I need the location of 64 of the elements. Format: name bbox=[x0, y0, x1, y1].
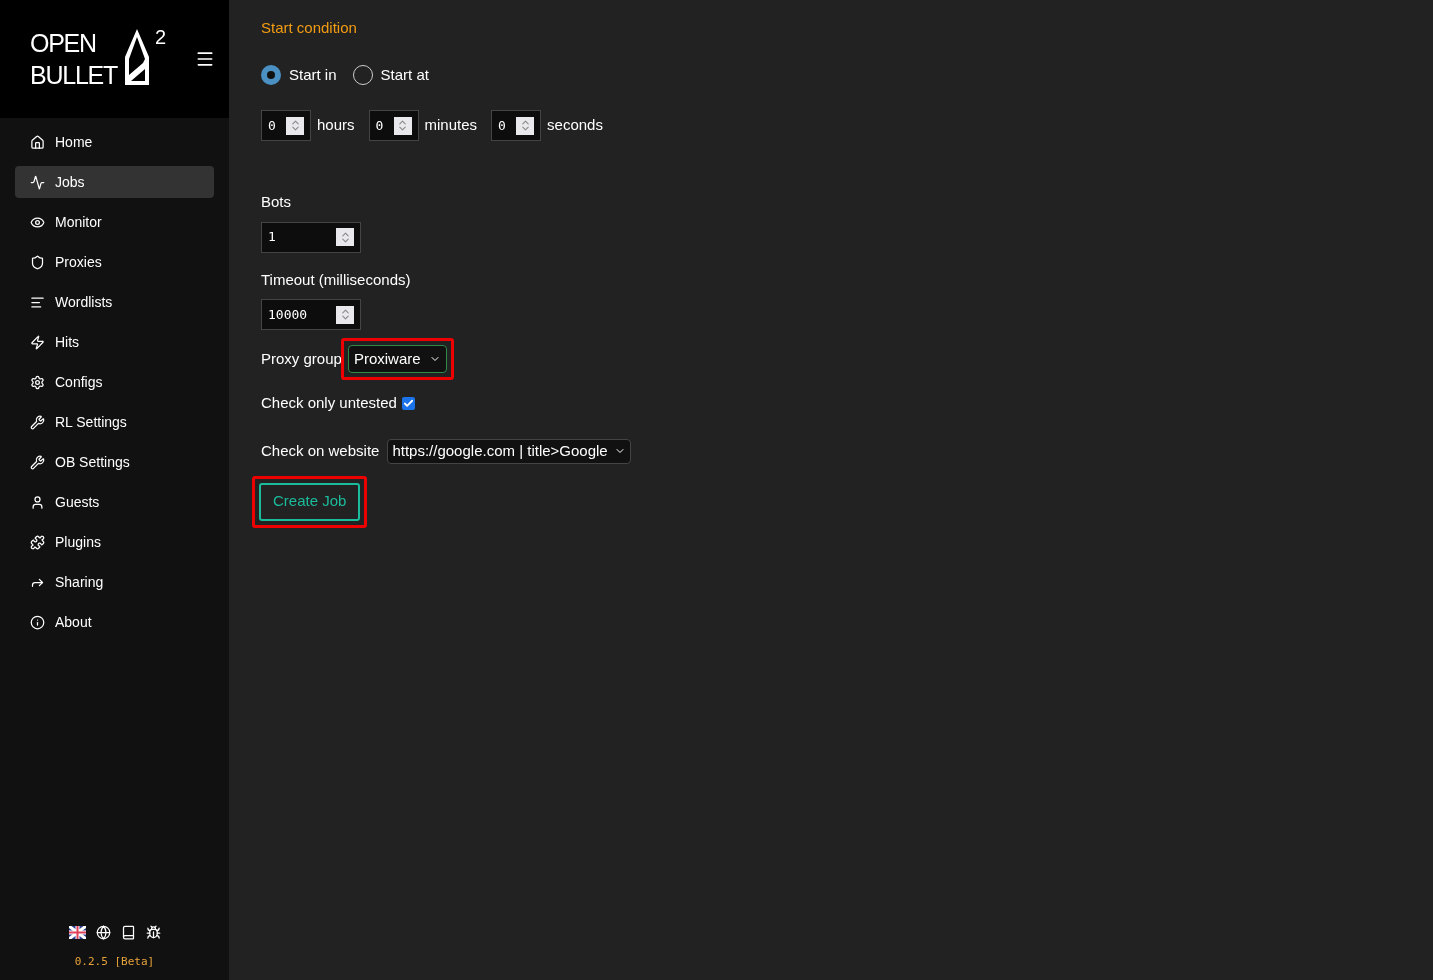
unit-label: hours bbox=[317, 115, 355, 136]
flag-icon bbox=[68, 925, 86, 939]
proxy-group-dropdown[interactable]: Proxiware bbox=[347, 345, 447, 373]
checkbox[interactable] bbox=[401, 396, 415, 410]
radio-option[interactable]: Start at bbox=[352, 63, 429, 86]
shield-icon bbox=[30, 254, 45, 270]
unit-label: minutes bbox=[424, 115, 478, 136]
field-label: Check on website bbox=[261, 440, 380, 461]
spinner-arrows-icon[interactable] bbox=[516, 116, 535, 135]
number-field[interactable]: 0 bbox=[261, 110, 311, 141]
wrench-icon bbox=[30, 414, 45, 430]
nav-item[interactable]: Plugins bbox=[15, 526, 214, 558]
nav-item[interactable]: About bbox=[15, 606, 214, 638]
wrench-icon bbox=[30, 454, 45, 470]
nav-item[interactable]: RL Settings bbox=[15, 406, 214, 438]
user-icon bbox=[30, 494, 45, 510]
number-field[interactable]: 10000 bbox=[261, 299, 361, 330]
radio-button[interactable] bbox=[261, 64, 281, 85]
nav-item[interactable]: Proxies bbox=[15, 246, 214, 278]
globe-icon[interactable] bbox=[95, 924, 111, 940]
section-title: Start condition bbox=[261, 18, 357, 38]
number-field[interactable]: 1 bbox=[261, 221, 361, 253]
nav-item[interactable]: Monitor bbox=[15, 206, 214, 238]
field-value: 10000 bbox=[268, 305, 308, 324]
logo-superscript: 2 bbox=[155, 27, 167, 47]
book-icon[interactable] bbox=[120, 924, 136, 940]
number-field[interactable]: 0 bbox=[368, 110, 419, 141]
version-label: 0.2.5 [Beta] bbox=[74, 953, 155, 970]
website-dropdown[interactable]: https://google.com | title>Google bbox=[387, 438, 631, 464]
field-value: 1 bbox=[268, 228, 276, 247]
field-value: 0 bbox=[375, 116, 384, 135]
create-job-button[interactable]: Create Job bbox=[259, 482, 361, 521]
number-field[interactable]: 0 bbox=[491, 110, 542, 141]
gear-icon bbox=[30, 374, 45, 390]
nav-item[interactable]: Hits bbox=[15, 326, 214, 358]
field-label: Timeout (milliseconds) bbox=[261, 269, 411, 290]
puzzle-icon bbox=[30, 534, 45, 550]
field-label: Bots bbox=[261, 192, 291, 212]
nav-item[interactable]: Configs bbox=[15, 366, 214, 398]
spinner-arrows-icon[interactable] bbox=[336, 305, 354, 324]
eye-icon bbox=[30, 214, 45, 230]
lines-icon bbox=[30, 294, 45, 310]
nav-item[interactable]: Guests bbox=[15, 486, 214, 518]
radio-option[interactable]: Start in bbox=[261, 63, 337, 86]
field-label: Proxy group bbox=[261, 348, 342, 369]
spinner-arrows-icon[interactable] bbox=[286, 116, 304, 135]
info-icon bbox=[30, 614, 45, 630]
bug-icon[interactable] bbox=[145, 924, 161, 940]
spinner-arrows-icon[interactable] bbox=[393, 116, 412, 135]
field-value: 0 bbox=[498, 116, 506, 135]
nav-item[interactable]: Wordlists bbox=[15, 286, 214, 318]
nav-item[interactable]: Home bbox=[15, 126, 214, 158]
field-label: Check only untested bbox=[261, 393, 397, 413]
menu-icon bbox=[195, 49, 215, 69]
logo-text: BULLET bbox=[30, 60, 117, 91]
unit-label: seconds bbox=[547, 115, 603, 136]
nav-item[interactable]: Sharing bbox=[15, 566, 214, 598]
logo-text: OPEN bbox=[30, 28, 96, 59]
nav-item[interactable]: Jobs bbox=[15, 166, 214, 198]
home-icon bbox=[30, 134, 45, 150]
bolt-icon bbox=[30, 334, 45, 350]
nav-item[interactable]: OB Settings bbox=[15, 446, 214, 478]
field-value: 0 bbox=[268, 116, 276, 135]
pulse-icon bbox=[30, 174, 45, 190]
